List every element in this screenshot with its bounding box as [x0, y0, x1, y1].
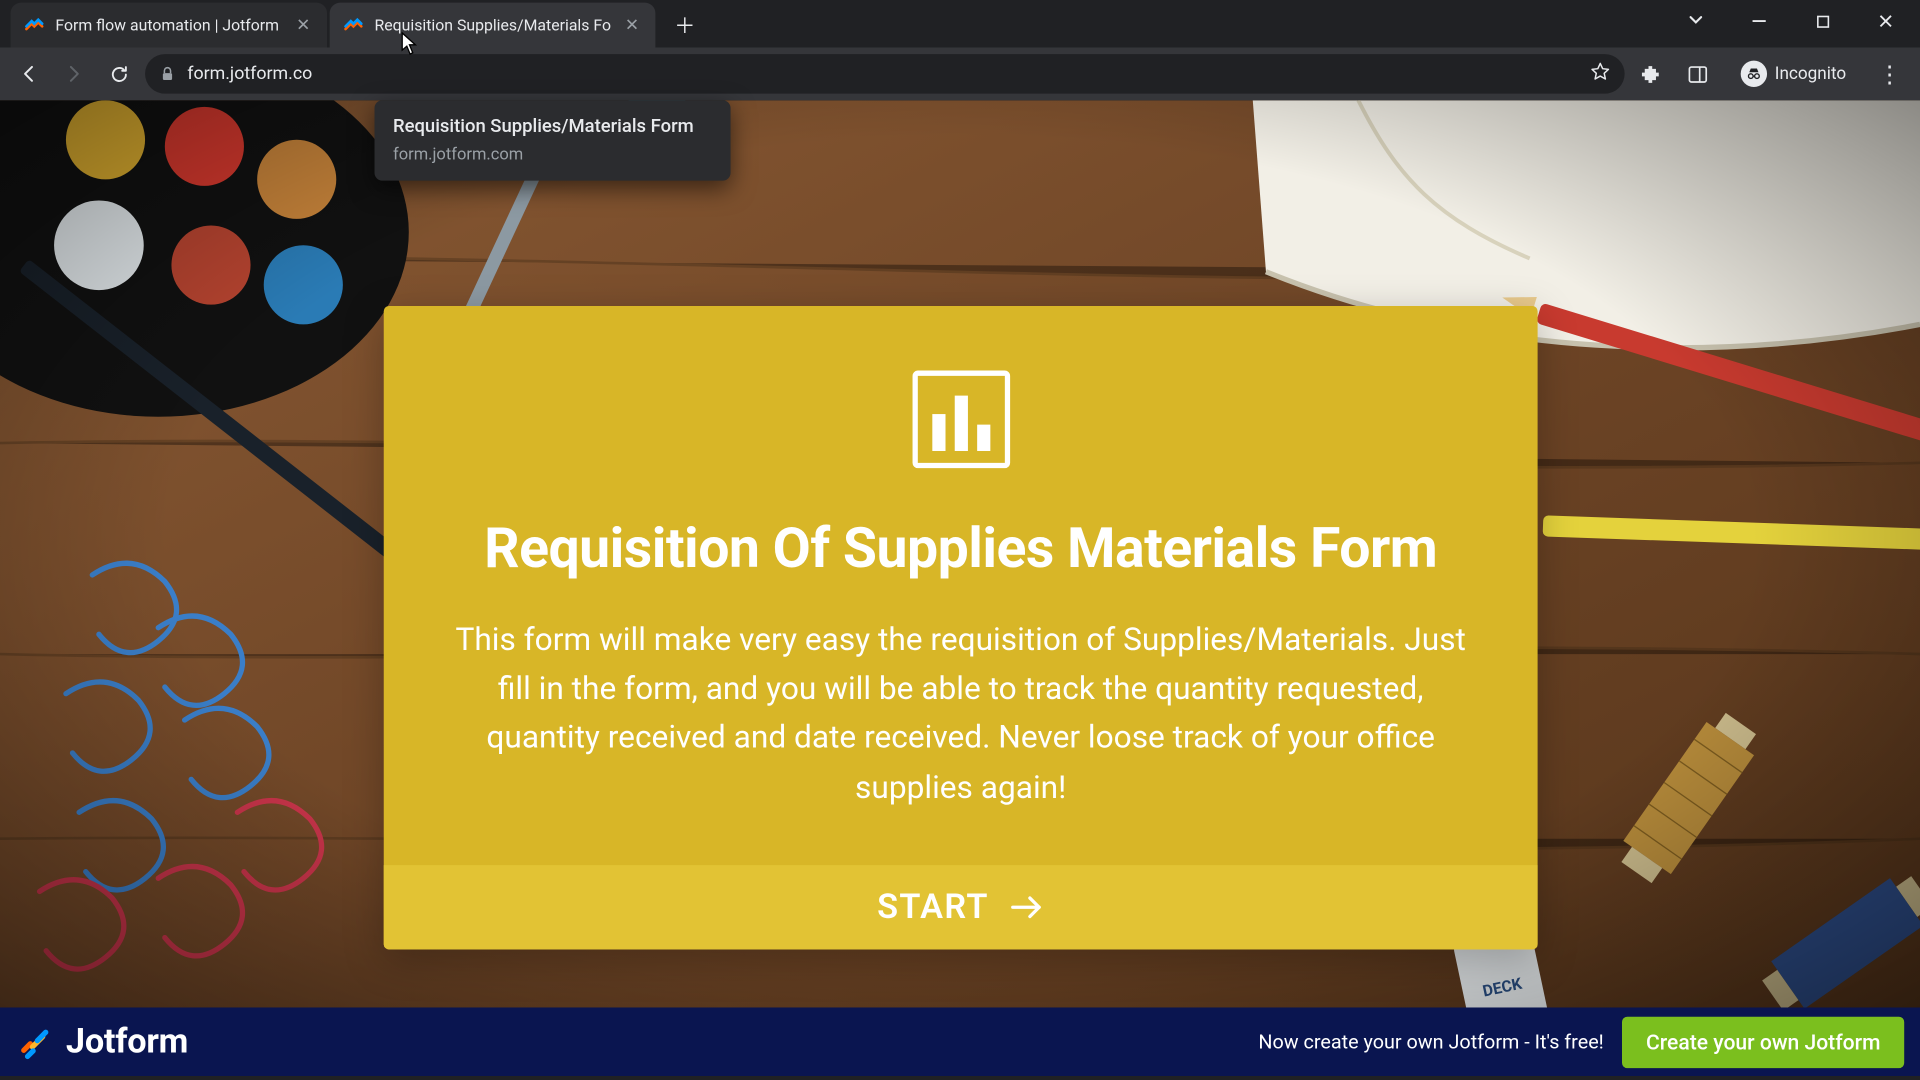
- tab-search-button[interactable]: [1667, 5, 1725, 42]
- extensions-icon[interactable]: [1632, 55, 1669, 92]
- jotform-brand[interactable]: Jotform: [16, 1022, 188, 1062]
- start-button[interactable]: START: [384, 865, 1538, 949]
- reload-button[interactable]: [100, 55, 137, 92]
- create-form-button[interactable]: Create your own Jotform: [1622, 1016, 1904, 1067]
- close-icon[interactable]: ✕: [293, 15, 314, 35]
- promo-message: Now create your own Jotform - It's free!: [1258, 1030, 1603, 1054]
- incognito-indicator[interactable]: Incognito: [1727, 55, 1859, 92]
- bar-chart-icon: [911, 369, 1011, 474]
- form-description: This form will make very easy the requis…: [447, 616, 1474, 812]
- jotform-favicon-icon: [24, 15, 45, 36]
- tab-title: Form flow automation | Jotform: [55, 16, 282, 34]
- browser-tabs: Form flow automation | Jotform ✕ Requisi…: [0, 0, 703, 47]
- incognito-icon: [1741, 61, 1767, 87]
- mouse-cursor-icon: [401, 32, 419, 61]
- chrome-menu-icon[interactable]: ⋮: [1870, 60, 1910, 88]
- side-panel-icon[interactable]: [1680, 55, 1717, 92]
- forward-button[interactable]: [55, 55, 92, 92]
- incognito-label: Incognito: [1775, 64, 1846, 84]
- new-tab-button[interactable]: ＋: [666, 8, 703, 45]
- tooltip-domain: form.jotform.com: [393, 145, 712, 165]
- tab-requisition-form[interactable]: Requisition Supplies/Materials Fo ✕: [330, 3, 656, 48]
- browser-titlebar: Form flow automation | Jotform ✕ Requisi…: [0, 0, 1920, 47]
- browser-toolbar: form.jotform.co Incognito ⋮: [0, 47, 1920, 100]
- window-close-button[interactable]: [1857, 5, 1915, 42]
- maximize-button[interactable]: [1793, 5, 1851, 42]
- address-bar[interactable]: form.jotform.co: [145, 54, 1624, 94]
- arrow-right-icon: [1010, 892, 1044, 921]
- minimize-button[interactable]: [1730, 5, 1788, 42]
- jotform-logo-icon: [16, 1022, 56, 1062]
- jotform-favicon-icon: [343, 15, 364, 36]
- tab-jotform-automation[interactable]: Form flow automation | Jotform ✕: [11, 3, 327, 48]
- tab-tooltip: Requisition Supplies/Materials Form form…: [375, 100, 731, 180]
- form-welcome-card: Requisition Of Supplies Materials Form T…: [384, 306, 1538, 949]
- url-text: form.jotform.co: [187, 63, 1578, 84]
- close-icon[interactable]: ✕: [622, 15, 643, 35]
- lock-icon: [158, 65, 176, 83]
- start-label: START: [877, 887, 989, 927]
- back-button[interactable]: [11, 55, 48, 92]
- promo-bottom-bar: Jotform Now create your own Jotform - It…: [0, 1007, 1920, 1076]
- jotform-wordmark: Jotform: [66, 1022, 188, 1062]
- window-controls: [1667, 5, 1915, 42]
- bookmark-star-icon[interactable]: [1589, 60, 1611, 88]
- form-title: Requisition Of Supplies Materials Form: [447, 517, 1474, 582]
- tooltip-title: Requisition Supplies/Materials Form: [393, 116, 712, 137]
- page-viewport: DECK: [0, 100, 1920, 1076]
